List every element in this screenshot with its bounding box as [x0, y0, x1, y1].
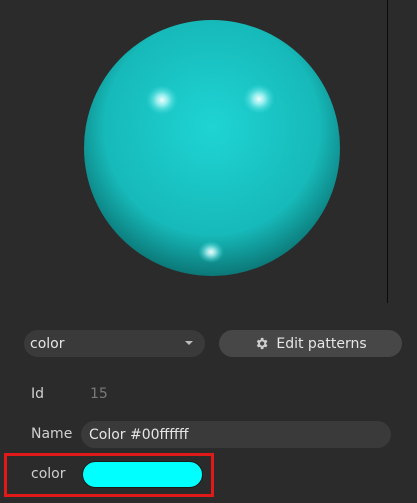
id-value: 15 — [90, 386, 108, 402]
gear-icon — [257, 337, 268, 350]
name-label: Name — [31, 426, 73, 442]
panel-divider — [387, 0, 388, 303]
edit-patterns-label: Edit patterns — [276, 335, 367, 352]
name-value: Color #00ffffff — [89, 426, 189, 443]
pattern-select[interactable]: color — [24, 330, 205, 357]
color-swatch[interactable] — [82, 461, 203, 488]
id-label: Id — [31, 386, 45, 402]
sphere-highlight — [243, 84, 275, 114]
sphere-preview — [84, 20, 340, 276]
sphere-highlight — [198, 241, 224, 263]
sphere — [84, 20, 340, 276]
chevron-down-icon — [185, 341, 193, 345]
pattern-select-value: color — [30, 335, 65, 352]
color-label: color — [31, 466, 66, 482]
sphere-highlight — [146, 85, 178, 115]
material-preview — [0, 0, 417, 310]
edit-patterns-button[interactable]: Edit patterns — [219, 330, 402, 357]
name-field[interactable]: Color #00ffffff — [81, 421, 391, 448]
